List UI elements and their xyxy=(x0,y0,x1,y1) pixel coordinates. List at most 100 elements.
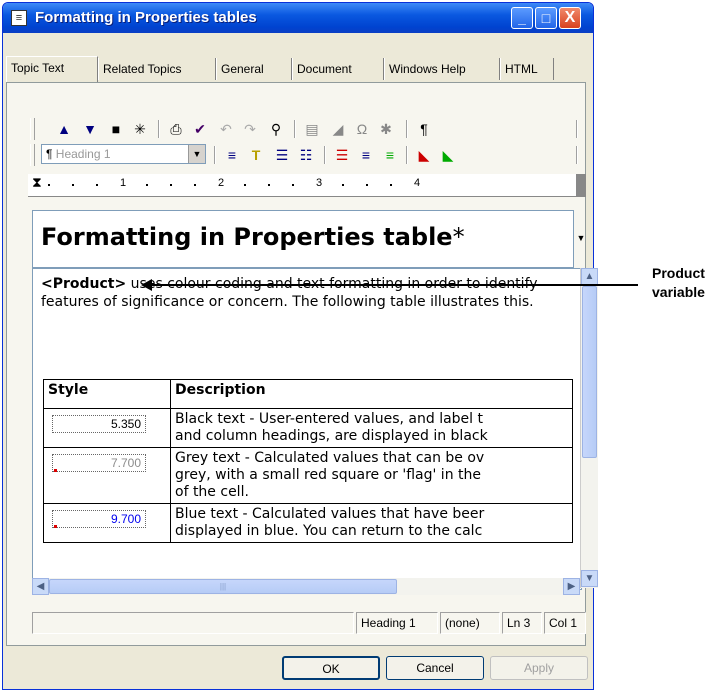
status-bar: Heading 1 (none) Ln 3 Col 1 xyxy=(32,612,586,634)
paint-icon[interactable]: ◢ xyxy=(328,119,348,139)
description-line: Grey text - Calculated values that can b… xyxy=(175,450,485,466)
description-line: of the cell. xyxy=(175,484,249,500)
tab-html[interactable]: HTML xyxy=(500,58,554,80)
title-bar[interactable]: ≡ Formatting in Properties tables _ □ X xyxy=(3,3,593,33)
vertical-scroll-thumb[interactable] xyxy=(582,286,597,458)
plain-list-icon[interactable]: ≡ xyxy=(356,145,376,165)
toolbar-separator xyxy=(214,146,216,164)
status-line: Ln 3 xyxy=(502,612,542,634)
style-cell: 9.700 xyxy=(43,503,171,543)
scroll-right-icon[interactable]: ▶ xyxy=(563,578,580,595)
style-cell: 7.700 xyxy=(43,447,171,504)
horizontal-scroll-thumb[interactable]: ||| xyxy=(49,579,397,594)
ruler-tick xyxy=(48,184,50,186)
align-icon[interactable]: ≡ xyxy=(222,145,242,165)
minimize-button[interactable]: _ xyxy=(511,7,533,29)
ruler-tick xyxy=(292,184,294,186)
toolbar-separator xyxy=(406,120,408,138)
description-line: Blue text - Calculated values that have … xyxy=(175,506,485,522)
numbered-list-icon[interactable]: ☷ xyxy=(296,145,316,165)
special-char-icon[interactable]: ✱ xyxy=(376,119,396,139)
ruler-label: 3 xyxy=(316,177,323,189)
product-variable[interactable]: <Product> xyxy=(41,276,126,292)
table-header-row: Style Description xyxy=(43,379,573,409)
green-flag-icon[interactable]: ◣ xyxy=(438,145,458,165)
ruler-tick xyxy=(170,184,172,186)
ruler-tick xyxy=(96,184,98,186)
arrow-up-icon[interactable]: ▲ xyxy=(54,119,74,139)
ruler-label: 4 xyxy=(414,177,421,189)
apply-button[interactable]: Apply xyxy=(490,656,588,680)
magic-icon[interactable]: ✳ xyxy=(130,119,150,139)
document-icon: ≡ xyxy=(11,10,27,26)
toolbar-grip[interactable] xyxy=(30,144,35,166)
redo-icon[interactable]: ↷ xyxy=(240,119,260,139)
ruler-tick xyxy=(342,184,344,186)
sample-value-field: 5.350 xyxy=(52,415,146,433)
paragraph-marker: ¶ xyxy=(46,147,53,161)
ruler-tick xyxy=(146,184,148,186)
text-style-icon[interactable]: T xyxy=(246,145,266,165)
chevron-down-icon[interactable]: ▼ xyxy=(575,210,587,266)
style-cell: 5.350 xyxy=(43,408,171,448)
horizontal-scrollbar[interactable]: ◀ ||| ▶ xyxy=(32,578,580,595)
red-list-icon[interactable]: ☰ xyxy=(332,145,352,165)
tab-related-topics[interactable]: Related Topics xyxy=(98,58,216,80)
paragraph-style-select[interactable]: ¶ Heading 1 ▼ xyxy=(41,144,206,164)
description-line: and column headings, are displayed in bl… xyxy=(175,428,488,444)
ok-button[interactable]: OK xyxy=(282,656,380,680)
heading-field[interactable]: Formatting in Properties table* xyxy=(32,210,574,268)
cancel-button[interactable]: Cancel xyxy=(386,656,484,680)
toolbar-separator xyxy=(406,146,408,164)
status-style: Heading 1 xyxy=(356,612,438,634)
paragraph-style-value: Heading 1 xyxy=(55,147,111,161)
scroll-up-icon[interactable]: ▲ xyxy=(581,268,598,285)
window-title: Formatting in Properties tables xyxy=(35,9,257,26)
arrow-down-icon[interactable]: ▼ xyxy=(80,119,100,139)
status-font: (none) xyxy=(440,612,500,634)
spellcheck-icon[interactable]: ✔ xyxy=(190,119,210,139)
tab-windows-help[interactable]: Windows Help xyxy=(384,58,500,80)
ruler-tick xyxy=(72,184,74,186)
callout-arrow-icon xyxy=(141,279,152,291)
ole-icon[interactable]: ▤ xyxy=(302,119,322,139)
ruler-label: 1 xyxy=(120,177,127,189)
ruler-tick xyxy=(194,184,196,186)
save-icon[interactable]: ■ xyxy=(106,119,126,139)
topic-body[interactable]: <Product> uses colour coding and text fo… xyxy=(32,268,582,590)
bullet-list-icon[interactable]: ☰ xyxy=(272,145,292,165)
tab-general[interactable]: General xyxy=(216,58,292,80)
description-line: grey, with a small red square or 'flag' … xyxy=(175,467,481,483)
chevron-down-icon[interactable]: ▼ xyxy=(188,145,205,163)
ruler[interactable]: ⧗ 1 2 3 4 xyxy=(28,174,586,197)
close-button[interactable]: X xyxy=(559,7,581,29)
toolbar-separator xyxy=(294,120,296,138)
description-cell: Black text - User-entered values, and la… xyxy=(170,408,573,448)
status-message xyxy=(32,612,354,634)
modified-marker: * xyxy=(452,223,465,251)
ruler-tick xyxy=(268,184,270,186)
toolbar-separator xyxy=(576,146,578,164)
vertical-scrollbar[interactable]: ▲ ▼ xyxy=(580,268,598,588)
ruler-tick xyxy=(366,184,368,186)
column-header-style: Style xyxy=(43,379,171,409)
sample-value-field: 9.700 xyxy=(52,510,146,528)
toolbar-format: ¶ Heading 1 ▼ ≡ T ☰ ☷ ☰ ≡ ≡ ◣ ◣ xyxy=(26,142,586,168)
red-flag-icon[interactable]: ◣ xyxy=(414,145,434,165)
maximize-button[interactable]: □ xyxy=(535,7,557,29)
callout-arrow-line xyxy=(150,284,638,286)
omega-icon[interactable]: Ω xyxy=(352,119,372,139)
pilcrow-icon[interactable]: ¶ xyxy=(414,119,434,139)
intro-paragraph: <Product> uses colour coding and text fo… xyxy=(41,276,538,310)
toolbar-grip[interactable] xyxy=(30,118,35,140)
scroll-left-icon[interactable]: ◀ xyxy=(32,578,49,595)
undo-icon[interactable]: ↶ xyxy=(216,119,236,139)
indent-marker-icon[interactable]: ⧗ xyxy=(32,174,42,190)
find-icon[interactable]: ⚲ xyxy=(266,119,286,139)
tab-topic-text[interactable]: Topic Text xyxy=(6,56,98,82)
scroll-down-icon[interactable]: ▼ xyxy=(581,570,598,587)
green-list-icon[interactable]: ≡ xyxy=(380,145,400,165)
toolbar-separator xyxy=(324,146,326,164)
print-icon[interactable]: ⎙ xyxy=(166,119,186,139)
tab-document[interactable]: Document xyxy=(292,58,384,80)
